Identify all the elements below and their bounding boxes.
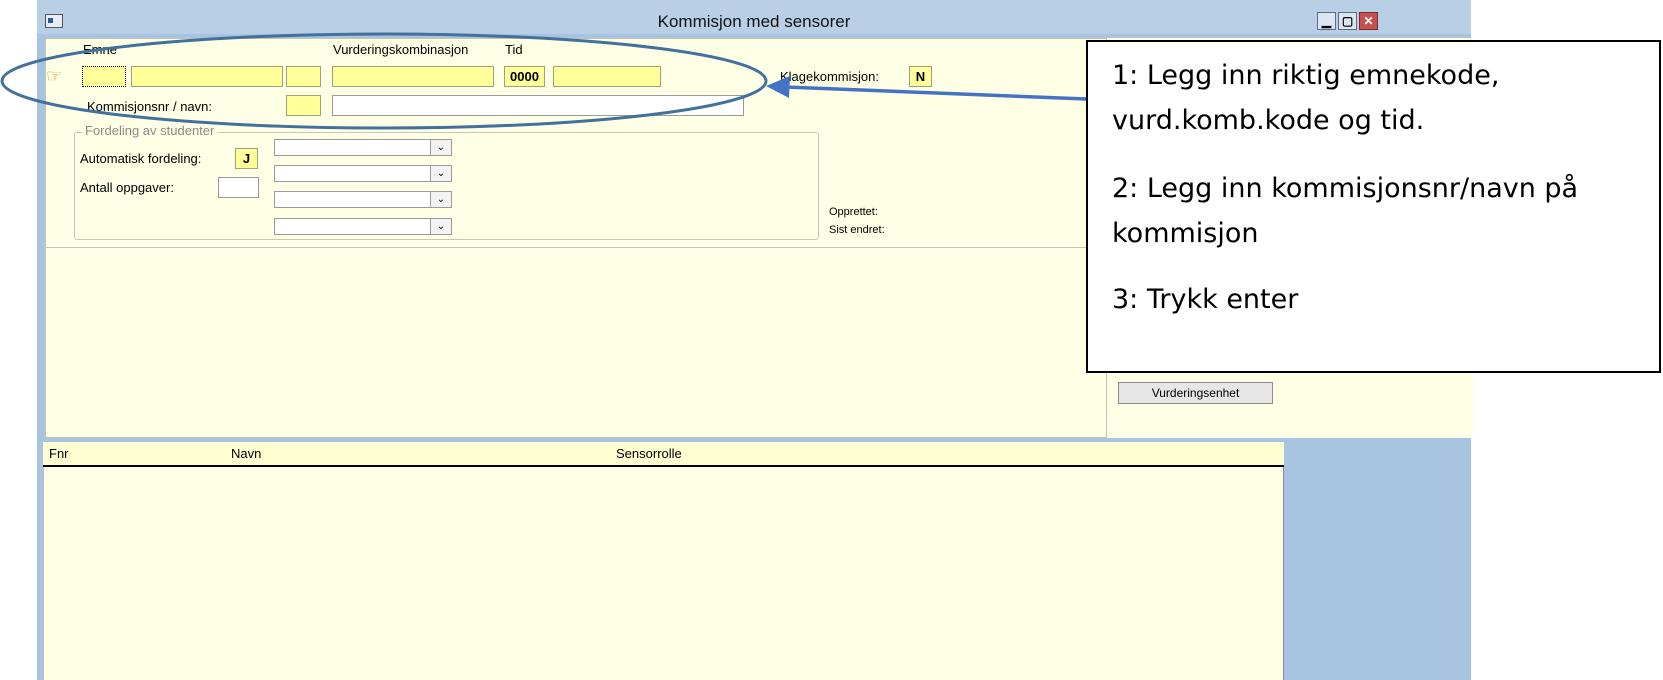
chevron-down-icon[interactable]: ⌄: [430, 166, 451, 181]
title-bar[interactable]: Kommisjon med sensorer ▁ ▢ ✕: [37, 0, 1471, 34]
callout-line-5: 3: Trykk enter: [1112, 284, 1299, 315]
close-button[interactable]: ✕: [1359, 12, 1378, 30]
header-vurderingskombinasjon: Vurderingskombinasjon: [333, 42, 469, 57]
callout-line-2: vurd.komb.kode og tid.: [1112, 105, 1425, 136]
emne-versjon-field[interactable]: [131, 66, 283, 87]
maximize-button[interactable]: ▢: [1338, 12, 1357, 30]
instruction-callout: 1: Legg inn riktig emnekode, vurd.komb.k…: [1086, 40, 1661, 373]
window-title: Kommisjon med sensorer: [657, 12, 851, 31]
chevron-down-icon[interactable]: ⌄: [430, 192, 451, 207]
callout-line-3: 2: Legg inn kommisjonsnr/navn på: [1112, 173, 1579, 204]
antall-oppgaver-field[interactable]: [218, 177, 259, 198]
kommisjonsnr-label: Kommisjonsnr / navn:: [87, 99, 212, 114]
automatisk-fordeling-field[interactable]: J: [235, 148, 258, 169]
emnekode-field[interactable]: [82, 66, 126, 87]
sist-endret-label: Sist endret:: [829, 224, 885, 236]
kommisjon-navn-field[interactable]: [332, 95, 744, 116]
klagekommisjon-label: Klagekommisjon:: [780, 69, 879, 84]
chevron-down-icon[interactable]: ⌄: [430, 219, 451, 234]
fordeling-group-title: Fordeling av studenter: [82, 123, 218, 138]
vurderingsenhet-button[interactable]: Vurderingsenhet: [1118, 382, 1273, 404]
fordeling-combo-2[interactable]: ⌄: [274, 165, 452, 182]
emne-nr-field[interactable]: [286, 66, 321, 87]
column-navn[interactable]: Navn: [231, 446, 261, 461]
klagekommisjon-field[interactable]: N: [909, 66, 932, 87]
opprettet-label: Opprettet:: [829, 206, 878, 218]
column-fnr[interactable]: Fnr: [49, 446, 69, 461]
header-tid: Tid: [505, 42, 523, 57]
pointing-hand-icon: ☞: [46, 66, 63, 86]
automatisk-fordeling-label: Automatisk fordeling:: [80, 151, 202, 166]
tid-termin-field[interactable]: [553, 66, 661, 87]
callout-line-4: kommisjon: [1112, 218, 1259, 249]
fordeling-combo-1[interactable]: ⌄: [274, 139, 452, 156]
section-divider: [45, 247, 1107, 248]
header-emne: Emne: [83, 42, 117, 57]
grid-header: Fnr Navn Sensorrolle: [43, 442, 1284, 467]
vurderingskombinasjon-field[interactable]: [332, 66, 494, 87]
antall-oppgaver-label: Antall oppgaver:: [80, 180, 174, 195]
chevron-down-icon[interactable]: ⌄: [430, 140, 451, 155]
tid-year-field[interactable]: 0000: [504, 66, 545, 87]
fordeling-combo-3[interactable]: ⌄: [274, 191, 452, 208]
fordeling-combo-4[interactable]: ⌄: [274, 218, 452, 235]
callout-line-1: 1: Legg inn riktig emnekode,: [1112, 60, 1500, 91]
column-sensorrolle[interactable]: Sensorrolle: [616, 446, 682, 461]
kommisjonsnr-field[interactable]: [286, 95, 321, 116]
sensor-list[interactable]: [43, 442, 1284, 680]
minimize-button[interactable]: ▁: [1317, 12, 1336, 30]
